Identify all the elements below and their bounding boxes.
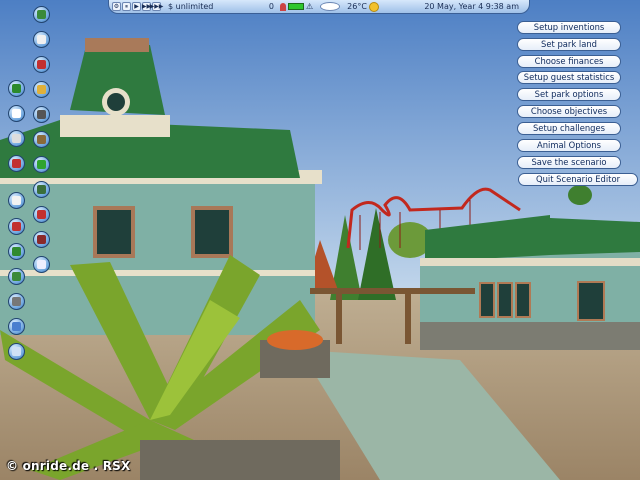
help-icon[interactable]: [8, 243, 25, 260]
setup-guest-statistics-button[interactable]: Setup guest statistics: [517, 71, 621, 84]
temperature-value: 26°C: [347, 2, 367, 11]
right-building[interactable]: [420, 215, 640, 350]
money-value: $ unlimited: [168, 2, 214, 11]
settings-icon[interactable]: ⚙: [112, 2, 121, 11]
choose-finances-button[interactable]: Choose finances: [517, 55, 621, 68]
set-park-options-button[interactable]: Set park options: [517, 88, 621, 101]
rotate-icon[interactable]: [8, 318, 25, 335]
fireworks-icon[interactable]: [8, 192, 25, 209]
date-display: 20 May, Year 4 9:38 am: [421, 0, 529, 14]
setup-challenges-button[interactable]: Setup challenges: [517, 122, 621, 135]
flower-bed: [267, 330, 323, 350]
camera-icon[interactable]: [8, 105, 25, 122]
trash-icon[interactable]: [8, 268, 25, 285]
zoom-icon[interactable]: [8, 293, 25, 310]
scenery-icon[interactable]: [33, 106, 50, 123]
money-display[interactable]: $ unlimited: [165, 0, 251, 14]
sun-icon: [368, 1, 379, 12]
play-icon[interactable]: ▶: [132, 2, 141, 11]
view-icon[interactable]: [320, 2, 341, 11]
watermark: © onride.de . RSX: [6, 459, 131, 473]
terrain-icon[interactable]: [33, 131, 50, 148]
rides-icon[interactable]: [33, 31, 50, 48]
choose-objectives-button[interactable]: Choose objectives: [517, 105, 621, 118]
fastest-icon[interactable]: ▶▶▶: [150, 2, 163, 11]
park-entrance-icon[interactable]: [33, 6, 50, 23]
park-rating-meter: [288, 3, 304, 10]
pause-icon[interactable]: ⏸: [122, 2, 131, 11]
date-time-value: 20 May, Year 4 9:38 am: [424, 2, 519, 11]
weather-display[interactable]: 26°C: [344, 0, 382, 14]
save-scenario-button[interactable]: Save the scenario: [517, 156, 621, 169]
options-icon[interactable]: [8, 130, 25, 147]
rating-icon: [280, 2, 286, 11]
animal-options-button[interactable]: Animal Options: [517, 139, 621, 152]
stone-wall: [140, 440, 340, 480]
quit-scenario-editor-button[interactable]: Quit Scenario Editor: [518, 173, 638, 186]
notification-icon[interactable]: ⚠: [306, 2, 313, 11]
shops-icon[interactable]: [33, 56, 50, 73]
setup-inventions-button[interactable]: Setup inventions: [517, 21, 621, 34]
set-park-land-button[interactable]: Set park land: [517, 38, 621, 51]
finance-icon[interactable]: [33, 256, 50, 273]
water-icon[interactable]: [33, 156, 50, 173]
delete-icon[interactable]: [8, 343, 25, 360]
save-icon[interactable]: [8, 218, 25, 235]
paths-icon[interactable]: [33, 81, 50, 98]
status-bar: ⚙ ⏸ ▶ ▶▶ ▶▶▶ $ unlimited 0 ⚠ 26°C 20 May…: [108, 0, 530, 14]
research-icon[interactable]: [33, 231, 50, 248]
map-icon[interactable]: [8, 155, 25, 172]
objectives-icon[interactable]: [8, 80, 25, 97]
staff-icon[interactable]: [33, 181, 50, 198]
guest-count[interactable]: 0: [251, 0, 277, 14]
guests-icon[interactable]: [33, 206, 50, 223]
park-rating[interactable]: ⚠: [277, 0, 316, 14]
guest-count-value: 0: [268, 2, 274, 11]
speed-controls: ⚙ ⏸ ▶ ▶▶ ▶▶▶: [109, 0, 165, 14]
